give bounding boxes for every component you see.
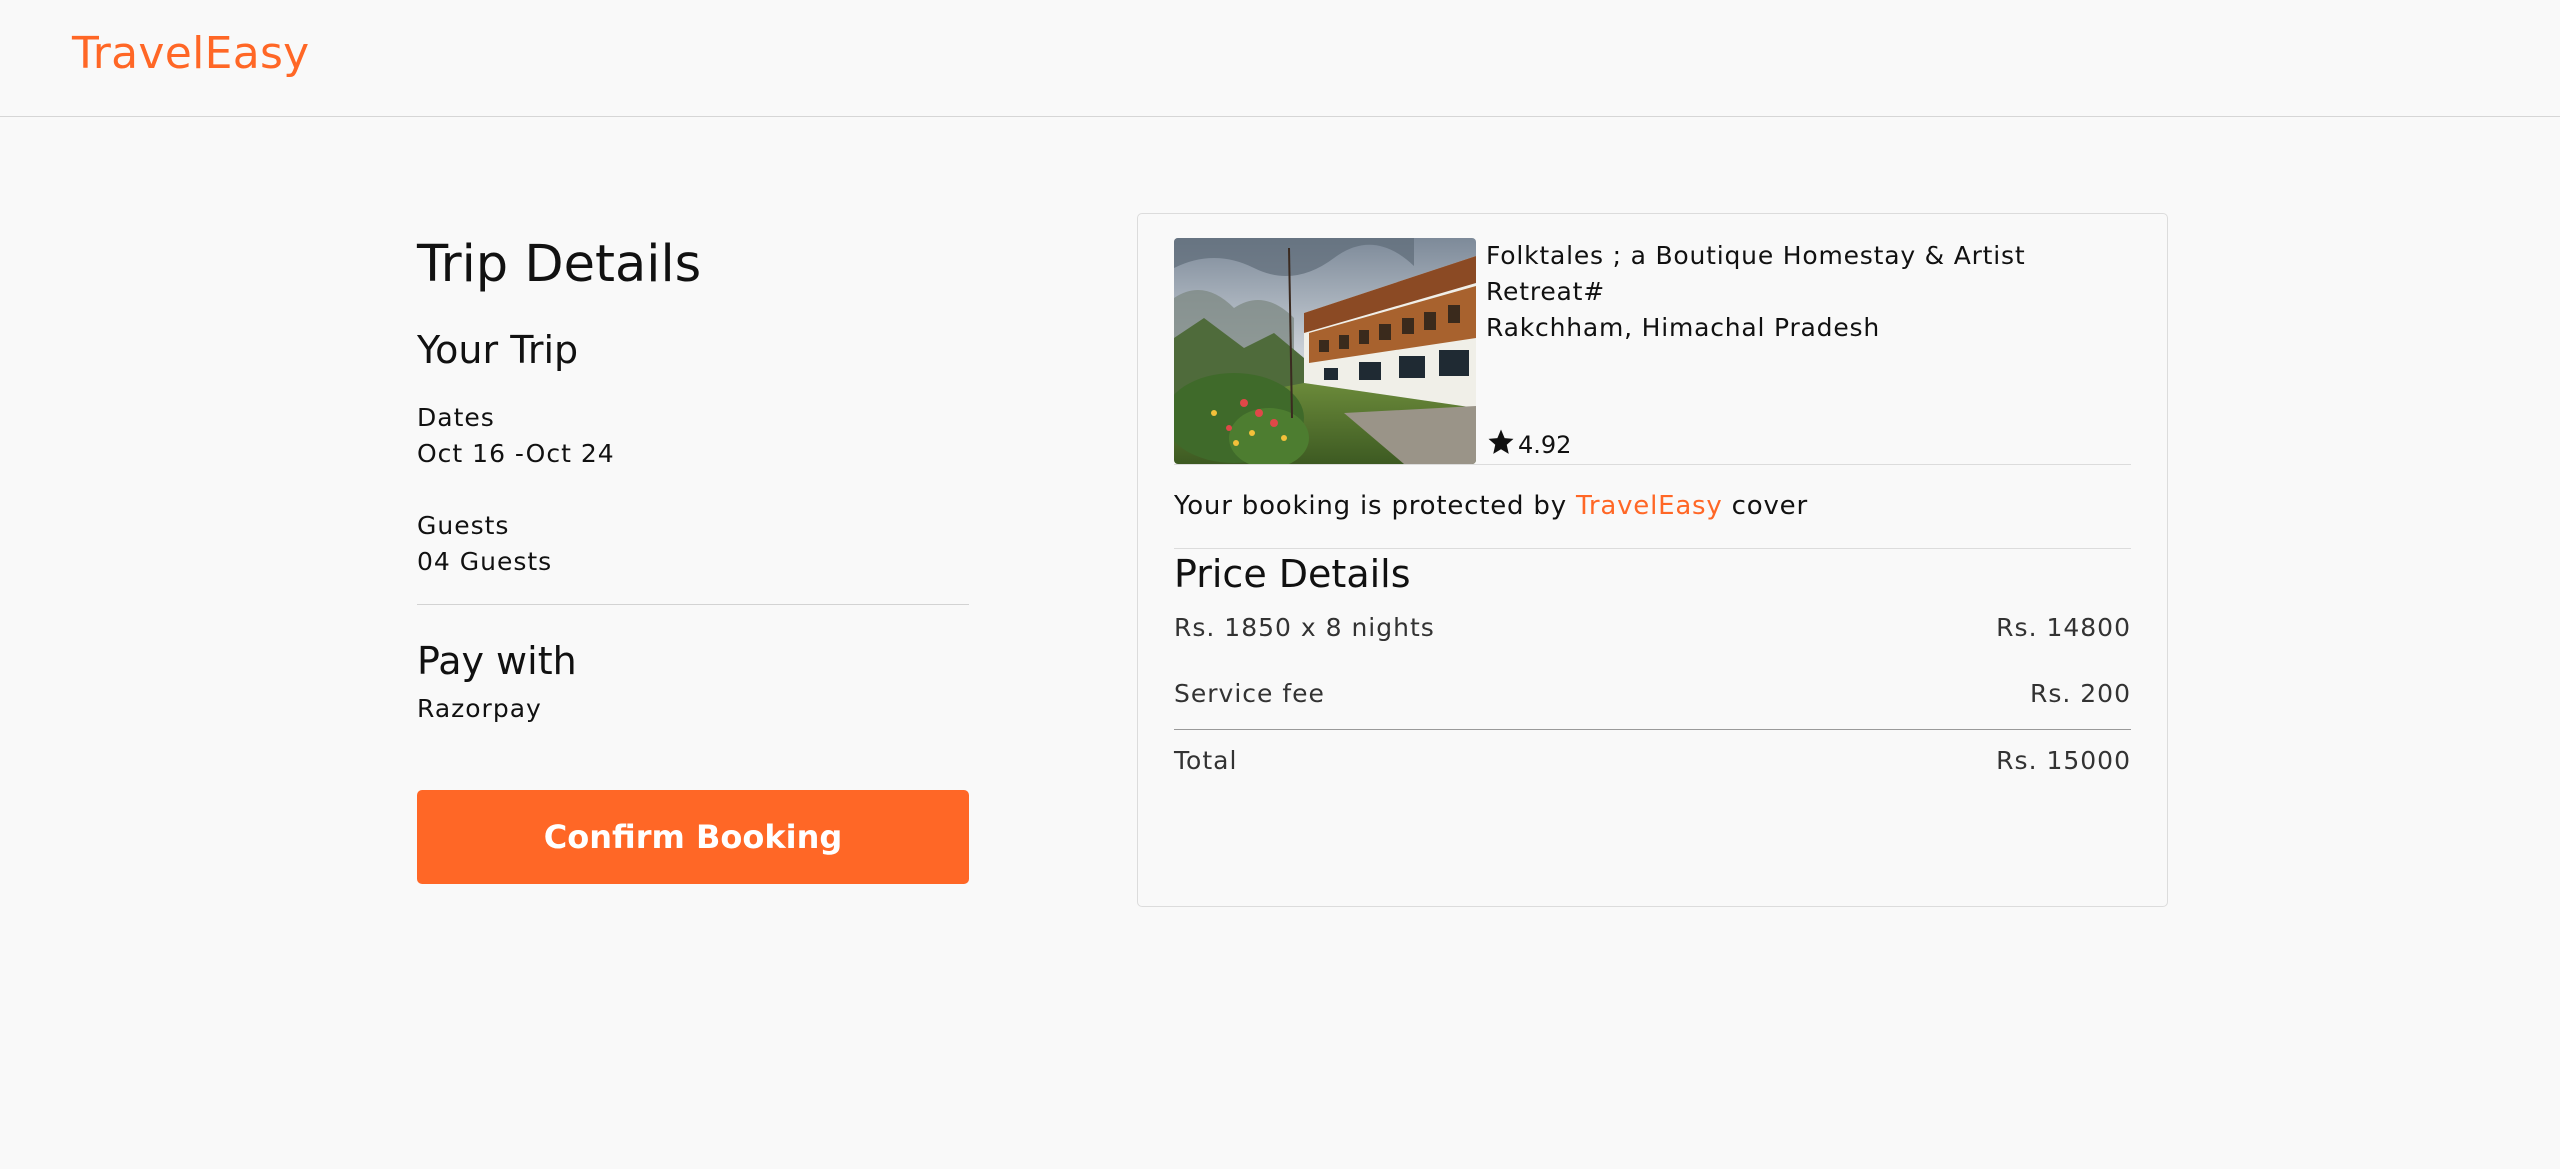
payment-method: Razorpay [417, 694, 542, 723]
price-row-value: Rs. 14800 [1996, 613, 2131, 642]
dates-block: Dates Oct 16 -Oct 24 [417, 400, 969, 472]
protection-note: Your booking is protected by TravelEasy … [1174, 486, 1808, 526]
section-divider [417, 604, 969, 605]
protection-prefix: Your booking is protected by [1174, 491, 1567, 521]
brand-logo[interactable]: TravelEasy [72, 28, 310, 79]
price-row-label: Total [1174, 746, 1238, 775]
dates-value: Oct 16 -Oct 24 [417, 439, 615, 468]
pay-with-heading: Pay with [417, 639, 577, 683]
price-row-nights: Rs. 1850 x 8 nights Rs. 14800 [1174, 610, 2131, 646]
total-divider [1174, 729, 2131, 730]
your-trip-heading: Your Trip [417, 328, 579, 372]
confirm-booking-button[interactable]: Confirm Booking [417, 790, 969, 884]
price-row-value: Rs. 200 [2029, 679, 2131, 708]
dates-label: Dates [417, 403, 495, 432]
property-title-block: Folktales ; a Boutique Homestay & Artist… [1486, 238, 2136, 346]
listing-photo[interactable] [1174, 238, 1476, 464]
top-header: TravelEasy [0, 0, 2560, 117]
guests-label: Guests [417, 511, 510, 540]
price-row-label: Service fee [1174, 679, 1325, 708]
page-title: Trip Details [417, 235, 702, 294]
price-row-total: Total Rs. 15000 [1174, 743, 2131, 779]
protection-suffix: cover [1731, 491, 1808, 521]
price-row-service-fee: Service fee Rs. 200 [1174, 676, 2131, 712]
price-row-value: Rs. 15000 [1996, 746, 2131, 775]
property-name[interactable]: Folktales ; a Boutique Homestay & Artist… [1486, 238, 2136, 310]
card-divider [1174, 464, 2131, 465]
price-row-label: Rs. 1850 x 8 nights [1174, 613, 1435, 642]
rating-value: 4.92 [1518, 431, 1572, 459]
price-details-heading: Price Details [1174, 552, 1411, 596]
homestay-image [1174, 238, 1476, 464]
protection-brand: TravelEasy [1576, 491, 1723, 521]
guests-block: Guests 04 Guests [417, 508, 969, 580]
listing-summary-card: Folktales ; a Boutique Homestay & Artist… [1137, 213, 2168, 907]
star-icon [1486, 427, 1518, 463]
trip-details-section: Trip Details Your Trip Dates Oct 16 -Oct… [417, 230, 969, 884]
property-location: Rakchham, Himachal Pradesh [1486, 313, 1880, 342]
rating-block: 4.92 [1486, 427, 1571, 463]
guests-value: 04 Guests [417, 547, 553, 576]
